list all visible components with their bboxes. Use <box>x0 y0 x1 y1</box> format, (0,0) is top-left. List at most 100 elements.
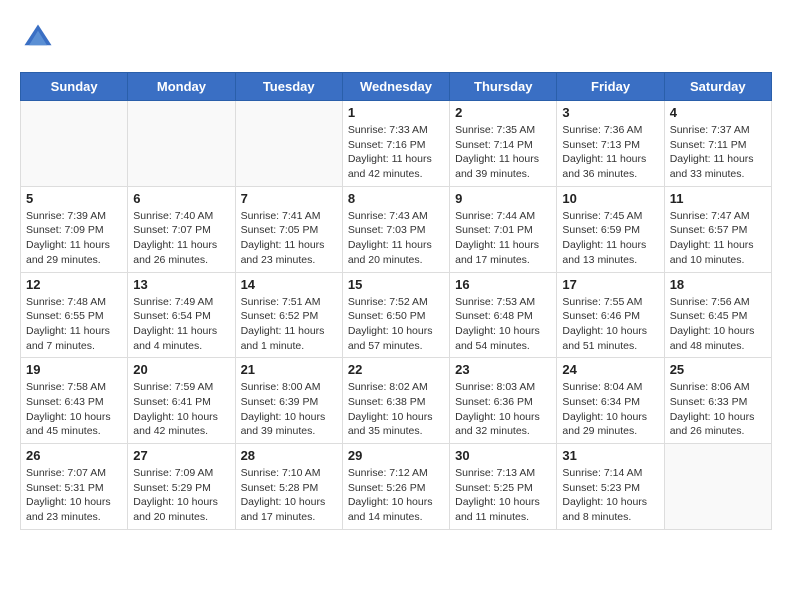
day-number: 15 <box>348 277 444 292</box>
day-info: Sunrise: 7:49 AM Sunset: 6:54 PM Dayligh… <box>133 295 229 354</box>
day-number: 18 <box>670 277 766 292</box>
logo <box>20 20 62 56</box>
calendar-cell: 31 Sunrise: 7:14 AM Sunset: 5:23 PM Dayli… <box>557 444 664 530</box>
calendar-week-row: 12 Sunrise: 7:48 AM Sunset: 6:55 PM Dayli… <box>21 272 772 358</box>
day-number: 29 <box>348 448 444 463</box>
day-number: 26 <box>26 448 122 463</box>
calendar-cell <box>21 101 128 187</box>
day-number: 28 <box>241 448 337 463</box>
calendar-cell: 17 Sunrise: 7:55 AM Sunset: 6:46 PM Dayli… <box>557 272 664 358</box>
calendar-cell: 16 Sunrise: 7:53 AM Sunset: 6:48 PM Dayli… <box>450 272 557 358</box>
day-info: Sunrise: 7:59 AM Sunset: 6:41 PM Dayligh… <box>133 380 229 439</box>
day-info: Sunrise: 7:35 AM Sunset: 7:14 PM Dayligh… <box>455 123 551 182</box>
header-friday: Friday <box>557 73 664 101</box>
calendar-cell: 5Sunrise: 7:39 AM Sunset: 7:09 PM Daylig… <box>21 186 128 272</box>
calendar-cell <box>664 444 771 530</box>
day-info: Sunrise: 7:41 AM Sunset: 7:05 PM Dayligh… <box>241 209 337 268</box>
header-saturday: Saturday <box>664 73 771 101</box>
day-number: 22 <box>348 362 444 377</box>
day-info: Sunrise: 7:40 AM Sunset: 7:07 PM Dayligh… <box>133 209 229 268</box>
day-info: Sunrise: 7:48 AM Sunset: 6:55 PM Dayligh… <box>26 295 122 354</box>
header-monday: Monday <box>128 73 235 101</box>
day-number: 12 <box>26 277 122 292</box>
calendar-cell: 8Sunrise: 7:43 AM Sunset: 7:03 PM Daylig… <box>342 186 449 272</box>
day-number: 21 <box>241 362 337 377</box>
day-info: Sunrise: 7:55 AM Sunset: 6:46 PM Dayligh… <box>562 295 658 354</box>
day-number: 9 <box>455 191 551 206</box>
day-info: Sunrise: 7:14 AM Sunset: 5:23 PM Dayligh… <box>562 466 658 525</box>
header-thursday: Thursday <box>450 73 557 101</box>
calendar-table: SundayMondayTuesdayWednesdayThursdayFrid… <box>20 72 772 530</box>
calendar-cell: 7 Sunrise: 7:41 AM Sunset: 7:05 PM Daylig… <box>235 186 342 272</box>
day-info: Sunrise: 8:03 AM Sunset: 6:36 PM Dayligh… <box>455 380 551 439</box>
page-header <box>20 20 772 56</box>
calendar-cell: 25 Sunrise: 8:06 AM Sunset: 6:33 PM Dayli… <box>664 358 771 444</box>
day-number: 30 <box>455 448 551 463</box>
calendar-cell: 15 Sunrise: 7:52 AM Sunset: 6:50 PM Dayli… <box>342 272 449 358</box>
calendar-cell: 23 Sunrise: 8:03 AM Sunset: 6:36 PM Dayli… <box>450 358 557 444</box>
day-number: 6 <box>133 191 229 206</box>
header-tuesday: Tuesday <box>235 73 342 101</box>
calendar-cell: 12 Sunrise: 7:48 AM Sunset: 6:55 PM Dayli… <box>21 272 128 358</box>
calendar-cell <box>128 101 235 187</box>
calendar-cell: 1 Sunrise: 7:33 AM Sunset: 7:16 PM Daylig… <box>342 101 449 187</box>
calendar-cell: 27 Sunrise: 7:09 AM Sunset: 5:29 PM Dayli… <box>128 444 235 530</box>
day-number: 7 <box>241 191 337 206</box>
day-info: Sunrise: 7:10 AM Sunset: 5:28 PM Dayligh… <box>241 466 337 525</box>
calendar-week-row: 5Sunrise: 7:39 AM Sunset: 7:09 PM Daylig… <box>21 186 772 272</box>
day-number: 10 <box>562 191 658 206</box>
day-info: Sunrise: 8:00 AM Sunset: 6:39 PM Dayligh… <box>241 380 337 439</box>
calendar-cell: 9 Sunrise: 7:44 AM Sunset: 7:01 PM Daylig… <box>450 186 557 272</box>
header-wednesday: Wednesday <box>342 73 449 101</box>
day-number: 1 <box>348 105 444 120</box>
day-info: Sunrise: 7:09 AM Sunset: 5:29 PM Dayligh… <box>133 466 229 525</box>
calendar-week-row: 1 Sunrise: 7:33 AM Sunset: 7:16 PM Daylig… <box>21 101 772 187</box>
day-number: 25 <box>670 362 766 377</box>
day-info: Sunrise: 7:52 AM Sunset: 6:50 PM Dayligh… <box>348 295 444 354</box>
day-info: Sunrise: 7:36 AM Sunset: 7:13 PM Dayligh… <box>562 123 658 182</box>
day-number: 11 <box>670 191 766 206</box>
day-number: 16 <box>455 277 551 292</box>
day-info: Sunrise: 7:33 AM Sunset: 7:16 PM Dayligh… <box>348 123 444 182</box>
day-info: Sunrise: 7:58 AM Sunset: 6:43 PM Dayligh… <box>26 380 122 439</box>
day-number: 19 <box>26 362 122 377</box>
day-info: Sunrise: 7:12 AM Sunset: 5:26 PM Dayligh… <box>348 466 444 525</box>
day-number: 17 <box>562 277 658 292</box>
calendar-cell: 10 Sunrise: 7:45 AM Sunset: 6:59 PM Dayli… <box>557 186 664 272</box>
logo-icon <box>20 20 56 56</box>
calendar-cell: 26 Sunrise: 7:07 AM Sunset: 5:31 PM Dayli… <box>21 444 128 530</box>
calendar-cell: 6 Sunrise: 7:40 AM Sunset: 7:07 PM Daylig… <box>128 186 235 272</box>
calendar-cell: 18 Sunrise: 7:56 AM Sunset: 6:45 PM Dayli… <box>664 272 771 358</box>
calendar-cell: 19 Sunrise: 7:58 AM Sunset: 6:43 PM Dayli… <box>21 358 128 444</box>
day-info: Sunrise: 7:51 AM Sunset: 6:52 PM Dayligh… <box>241 295 337 354</box>
day-info: Sunrise: 7:07 AM Sunset: 5:31 PM Dayligh… <box>26 466 122 525</box>
day-number: 27 <box>133 448 229 463</box>
calendar-week-row: 26 Sunrise: 7:07 AM Sunset: 5:31 PM Dayli… <box>21 444 772 530</box>
calendar-cell: 13 Sunrise: 7:49 AM Sunset: 6:54 PM Dayli… <box>128 272 235 358</box>
calendar-week-row: 19 Sunrise: 7:58 AM Sunset: 6:43 PM Dayli… <box>21 358 772 444</box>
calendar-cell <box>235 101 342 187</box>
day-number: 24 <box>562 362 658 377</box>
day-info: Sunrise: 8:02 AM Sunset: 6:38 PM Dayligh… <box>348 380 444 439</box>
calendar-cell: 11 Sunrise: 7:47 AM Sunset: 6:57 PM Dayli… <box>664 186 771 272</box>
calendar-cell: 14 Sunrise: 7:51 AM Sunset: 6:52 PM Dayli… <box>235 272 342 358</box>
day-info: Sunrise: 7:56 AM Sunset: 6:45 PM Dayligh… <box>670 295 766 354</box>
day-info: Sunrise: 8:06 AM Sunset: 6:33 PM Dayligh… <box>670 380 766 439</box>
day-info: Sunrise: 7:37 AM Sunset: 7:11 PM Dayligh… <box>670 123 766 182</box>
day-info: Sunrise: 7:44 AM Sunset: 7:01 PM Dayligh… <box>455 209 551 268</box>
calendar-cell: 28 Sunrise: 7:10 AM Sunset: 5:28 PM Dayli… <box>235 444 342 530</box>
day-number: 8 <box>348 191 444 206</box>
day-number: 14 <box>241 277 337 292</box>
calendar-cell: 2Sunrise: 7:35 AM Sunset: 7:14 PM Daylig… <box>450 101 557 187</box>
calendar-cell: 29 Sunrise: 7:12 AM Sunset: 5:26 PM Dayli… <box>342 444 449 530</box>
calendar-cell: 21 Sunrise: 8:00 AM Sunset: 6:39 PM Dayli… <box>235 358 342 444</box>
day-info: Sunrise: 7:47 AM Sunset: 6:57 PM Dayligh… <box>670 209 766 268</box>
day-info: Sunrise: 7:45 AM Sunset: 6:59 PM Dayligh… <box>562 209 658 268</box>
day-info: Sunrise: 7:53 AM Sunset: 6:48 PM Dayligh… <box>455 295 551 354</box>
calendar-cell: 30Sunrise: 7:13 AM Sunset: 5:25 PM Dayli… <box>450 444 557 530</box>
header-row: SundayMondayTuesdayWednesdayThursdayFrid… <box>21 73 772 101</box>
day-number: 13 <box>133 277 229 292</box>
day-number: 23 <box>455 362 551 377</box>
header-sunday: Sunday <box>21 73 128 101</box>
day-number: 31 <box>562 448 658 463</box>
